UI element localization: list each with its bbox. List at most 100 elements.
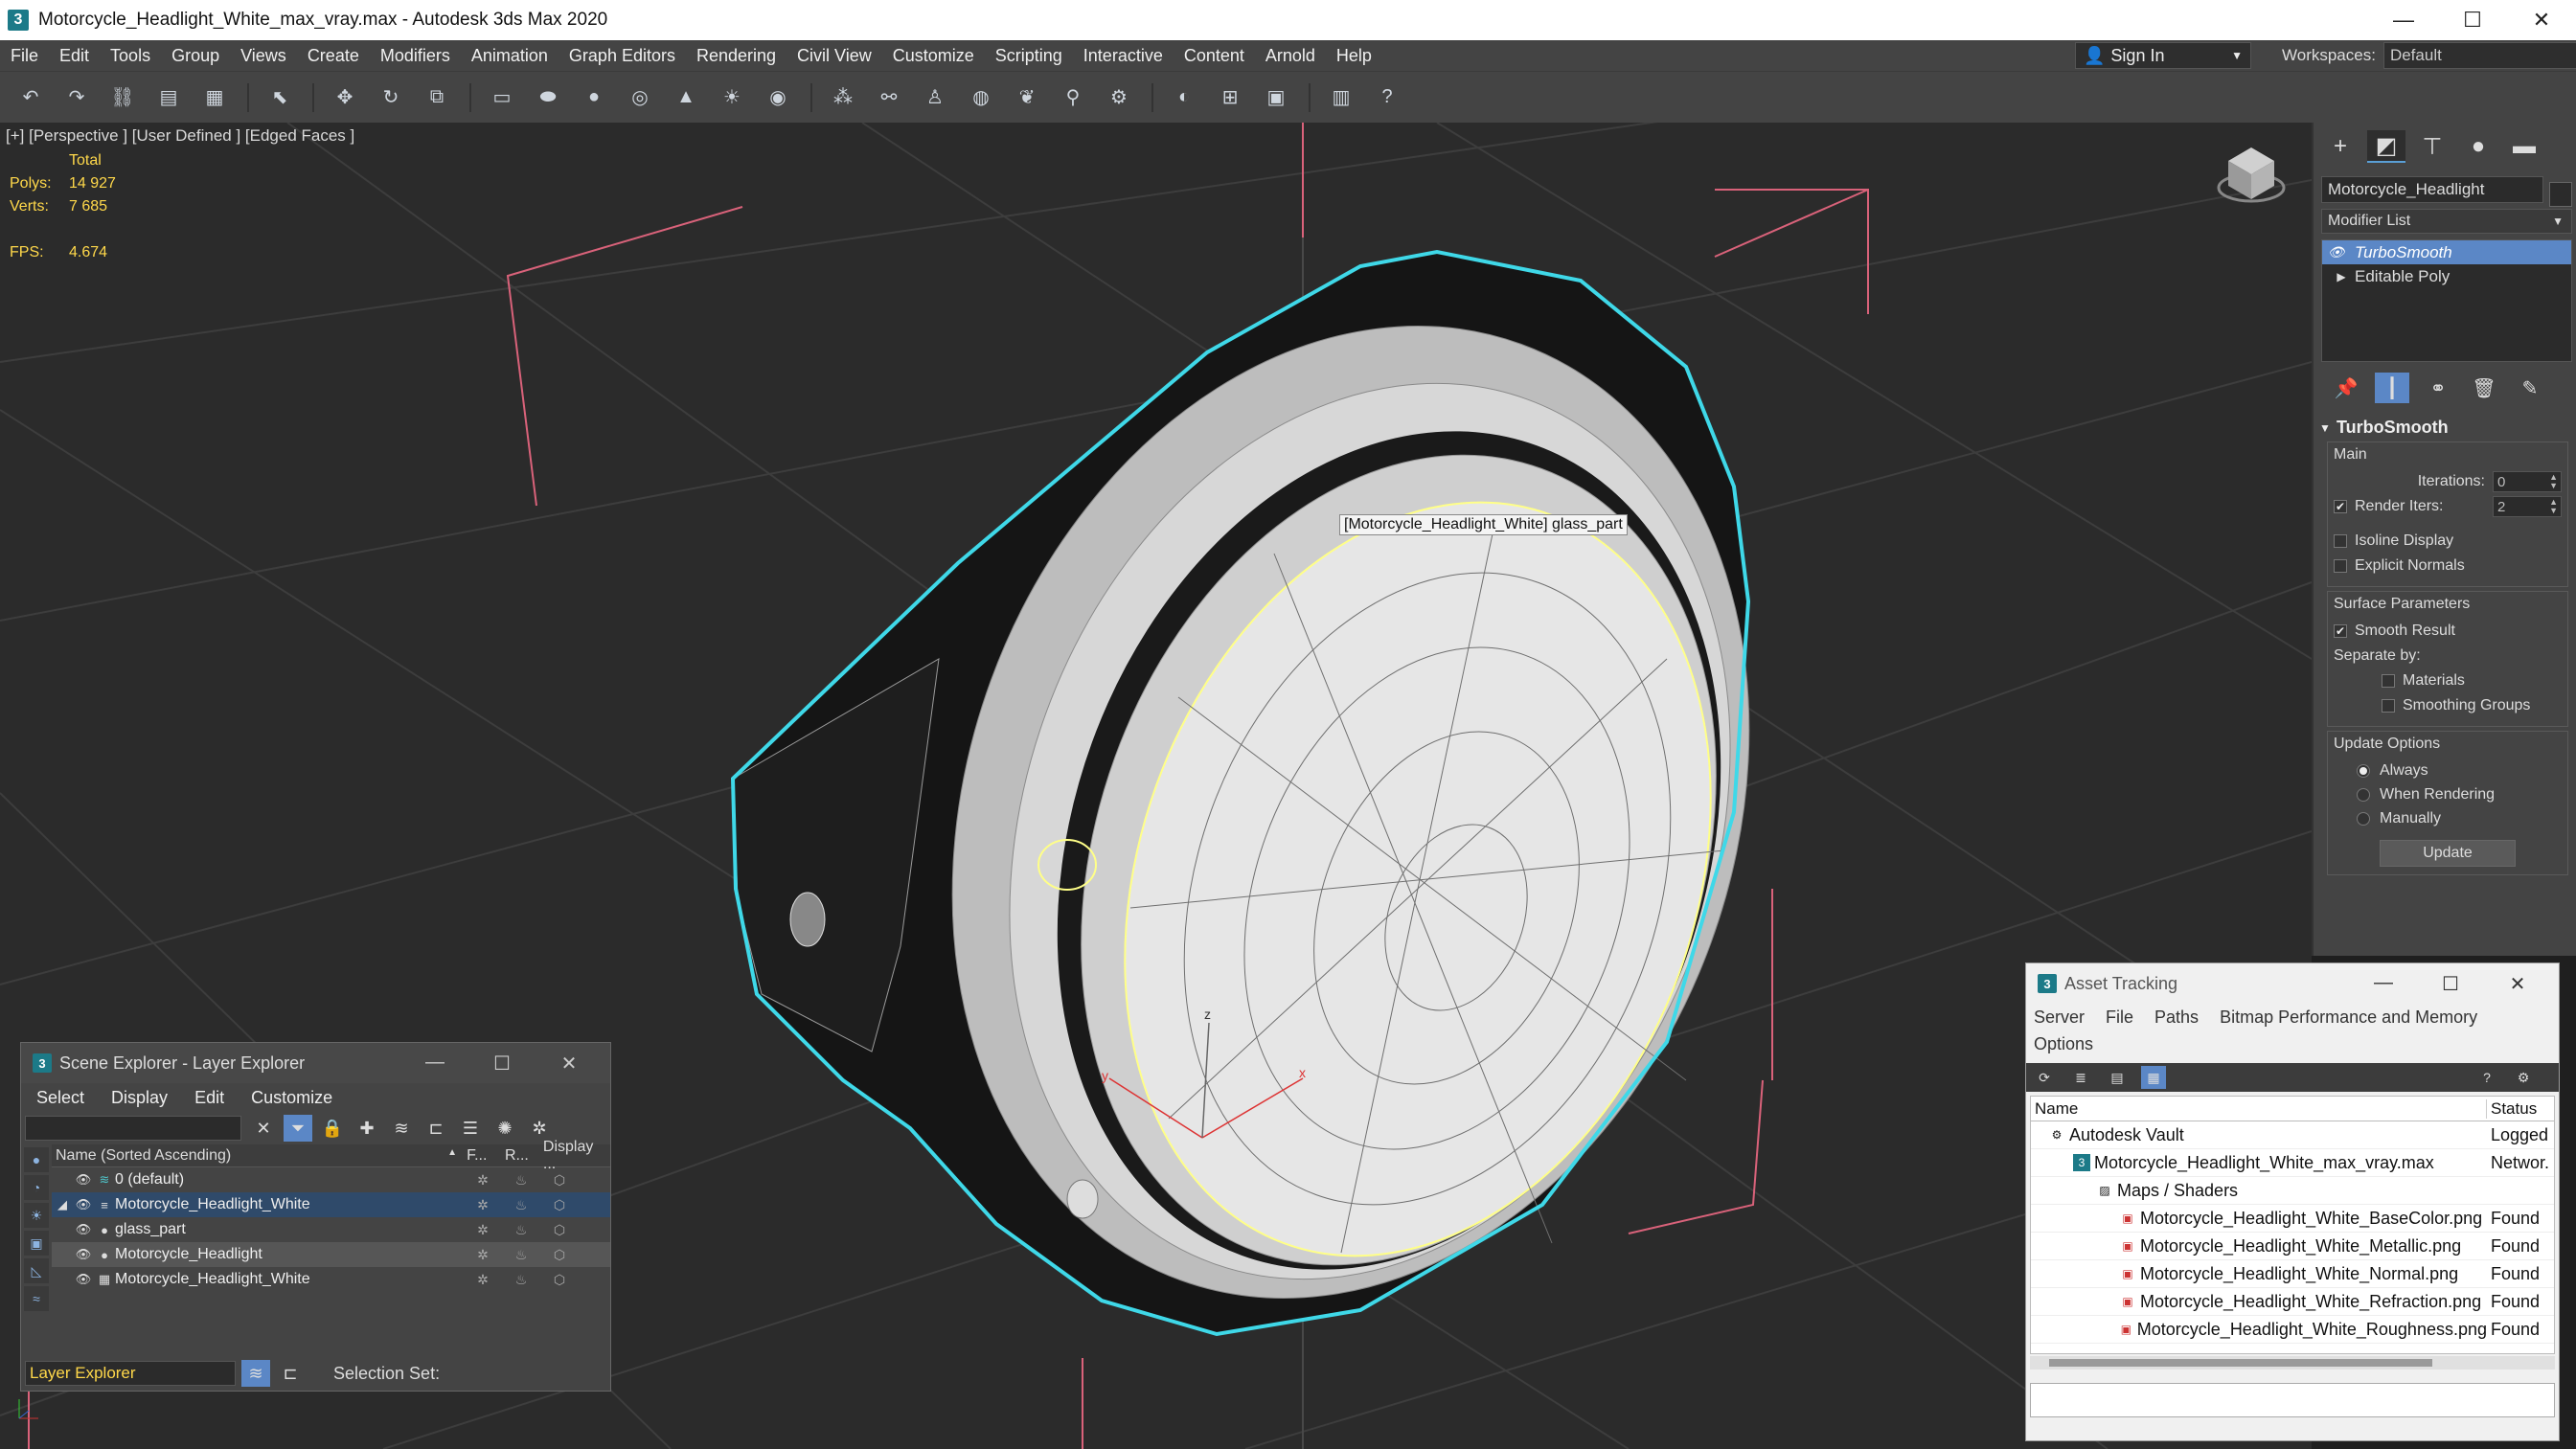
eye-icon[interactable]: 👁 [73,1247,94,1262]
display-helpers-icon[interactable]: ◺ [24,1258,49,1283]
asset-tracking-titlebar[interactable]: 3 Asset Tracking — ☐ ✕ [2026,963,2559,1004]
menu-tools[interactable]: Tools [100,46,161,66]
box-icon[interactable]: ⬡ [540,1272,579,1288]
table-row[interactable]: ◢ 👁 ≡ Motorcycle_Headlight_White ✲ ♨ ⬡ [52,1192,610,1217]
filter-icon[interactable]: ⏷ [284,1115,312,1142]
materials-checkbox[interactable] [2382,674,2395,688]
freeze-icon[interactable]: ✲ [464,1272,502,1288]
render-iters-spinner[interactable]: 2 ▲ ▼ [2493,496,2562,517]
stack-layers-icon[interactable]: ☰ [456,1115,485,1142]
when-rendering-radio[interactable]: When Rendering [2334,782,2562,806]
menu-arnold[interactable]: Arnold [1255,46,1326,66]
hierarchy-icon[interactable]: ⊏ [422,1115,450,1142]
teapot-icon[interactable]: ♨ [502,1272,540,1288]
always-radio[interactable]: Always [2334,758,2562,782]
highlight-icon[interactable]: ✺ [490,1115,519,1142]
box-icon[interactable]: ⬡ [540,1247,579,1263]
box-icon[interactable]: ⬡ [540,1172,579,1189]
column-status[interactable]: Status [2487,1099,2537,1119]
explorer-select[interactable]: Layer Explorer [25,1361,236,1386]
iterations-spinner[interactable]: 0 ▲ ▼ [2493,471,2562,492]
layer-explorer-icon[interactable]: ≋ [241,1360,270,1387]
at-menu-server[interactable]: Server [2034,1004,2085,1030]
layers-icon[interactable]: ≋ [387,1115,416,1142]
menu-civil-view[interactable]: Civil View [786,46,882,66]
menu-graph-editors[interactable]: Graph Editors [559,46,686,66]
viewport-label[interactable]: [+] [Perspective ] [User Defined ] [Edge… [6,126,354,146]
menu-content[interactable]: Content [1174,46,1255,66]
minimize-button[interactable]: — [2350,972,2417,996]
expand-triangle-icon[interactable]: ◢ [52,1197,73,1212]
make-unique-icon[interactable]: ⚭ [2421,373,2455,403]
box-primitive-icon[interactable]: ▭ [489,84,515,111]
rollout-title[interactable]: ▼ TurboSmooth [2319,418,2570,438]
material-editor-icon[interactable]: ◐ [1171,84,1197,111]
menu-help[interactable]: Help [1326,46,1382,66]
box-icon[interactable]: ⬡ [540,1197,579,1213]
redo-icon[interactable]: ↷ [63,84,90,111]
viewcube[interactable] [2217,147,2286,203]
eye-icon[interactable]: 👁 [73,1272,94,1287]
display-geometry-icon[interactable]: ● [24,1147,49,1172]
menu-animation[interactable]: Animation [461,46,559,66]
link-icon[interactable]: ⛓ [109,84,136,111]
sign-in-dropdown[interactable]: 👤 Sign In ▼ [2075,42,2251,69]
eye-icon[interactable]: 👁 [73,1197,94,1212]
table-row[interactable]: 3 Motorcycle_Headlight_White_max_vray.max… [2031,1149,2554,1177]
lock-icon[interactable]: 🔒 [318,1115,347,1142]
globe-icon[interactable]: ◍ [968,84,994,111]
table-row[interactable]: ▣ Motorcycle_Headlight_White_Normal.png F… [2031,1260,2554,1288]
table-row[interactable]: 👁 ▦ Motorcycle_Headlight_White ✲ ♨ ⬡ [52,1267,610,1292]
teapot-icon[interactable]: ♨ [502,1197,540,1213]
undo-icon[interactable]: ↶ [17,84,44,111]
scale-icon[interactable]: ⧉ [423,84,450,111]
cone-icon[interactable]: ▲ [672,84,699,111]
trash-icon[interactable]: 🗑 [2467,373,2501,403]
move-icon[interactable]: ✥ [331,84,358,111]
modifier-list-dropdown[interactable]: Modifier List ▼ [2321,209,2572,234]
scene-manager-icon[interactable]: ▥ [1328,84,1355,111]
table-icon[interactable]: ▤ [2105,1066,2130,1089]
se-search-input[interactable] [25,1116,241,1141]
select-object-icon[interactable]: ⬉ [266,84,293,111]
object-name-field[interactable]: Motorcycle_Headlight [2321,176,2543,203]
manually-radio[interactable]: Manually [2334,806,2562,830]
expand-triangle-icon[interactable]: ▶ [2328,270,2355,283]
display-shapes-icon[interactable]: ◔ [24,1175,49,1200]
teapot-icon[interactable]: ♨ [502,1172,540,1189]
spinner-arrows-icon[interactable]: ▲ ▼ [2549,473,2558,490]
render-iters-checkbox[interactable]: ✔ [2334,500,2347,513]
at-menu-file[interactable]: File [2106,1004,2133,1030]
table-row[interactable]: ▨ Maps / Shaders [2031,1177,2554,1205]
teapot-icon[interactable]: ♨ [502,1222,540,1238]
pin-stack-icon[interactable]: 📌 [2329,373,2363,403]
motion-tab-icon[interactable]: ● [2459,130,2497,163]
eye-icon[interactable]: 👁 [73,1172,94,1188]
rotate-icon[interactable]: ↻ [377,84,404,111]
minimize-button[interactable]: — [401,1052,468,1075]
display-spacewarps-icon[interactable]: ≈ [24,1286,49,1311]
light-icon[interactable]: ☀ [718,84,745,111]
spinner-arrows-icon[interactable]: ▲ ▼ [2549,498,2558,515]
maximize-button[interactable]: ☐ [2417,972,2484,996]
add-layer-icon[interactable]: ✚ [353,1115,381,1142]
menu-modifiers[interactable]: Modifiers [370,46,461,66]
column-render[interactable]: R... [501,1147,539,1165]
menu-views[interactable]: Views [230,46,297,66]
geosphere-icon[interactable]: ◉ [764,84,791,111]
explicit-normals-checkbox[interactable] [2334,559,2347,573]
plant-icon[interactable]: ❦ [1014,84,1040,111]
at-menu-options[interactable]: Options [2034,1030,2093,1057]
headlight-model[interactable] [730,214,1881,1412]
refresh-icon[interactable]: ⟳ [2032,1066,2057,1089]
scene-explorer-titlebar[interactable]: 3 Scene Explorer - Layer Explorer — ☐ ✕ [21,1043,610,1083]
se-menu-customize[interactable]: Customize [251,1088,332,1108]
horizontal-scrollbar[interactable] [2030,1356,2555,1370]
torus-icon[interactable]: ◎ [627,84,653,111]
table-row[interactable]: 👁 ≋ 0 (default) ✲ ♨ ⬡ [52,1167,610,1192]
menu-file[interactable]: File [0,46,49,66]
menu-scripting[interactable]: Scripting [985,46,1073,66]
configure-modifier-sets-icon[interactable]: ✎ [2513,373,2547,403]
menu-interactive[interactable]: Interactive [1073,46,1174,66]
eye-icon[interactable]: 👁 [2328,244,2355,260]
